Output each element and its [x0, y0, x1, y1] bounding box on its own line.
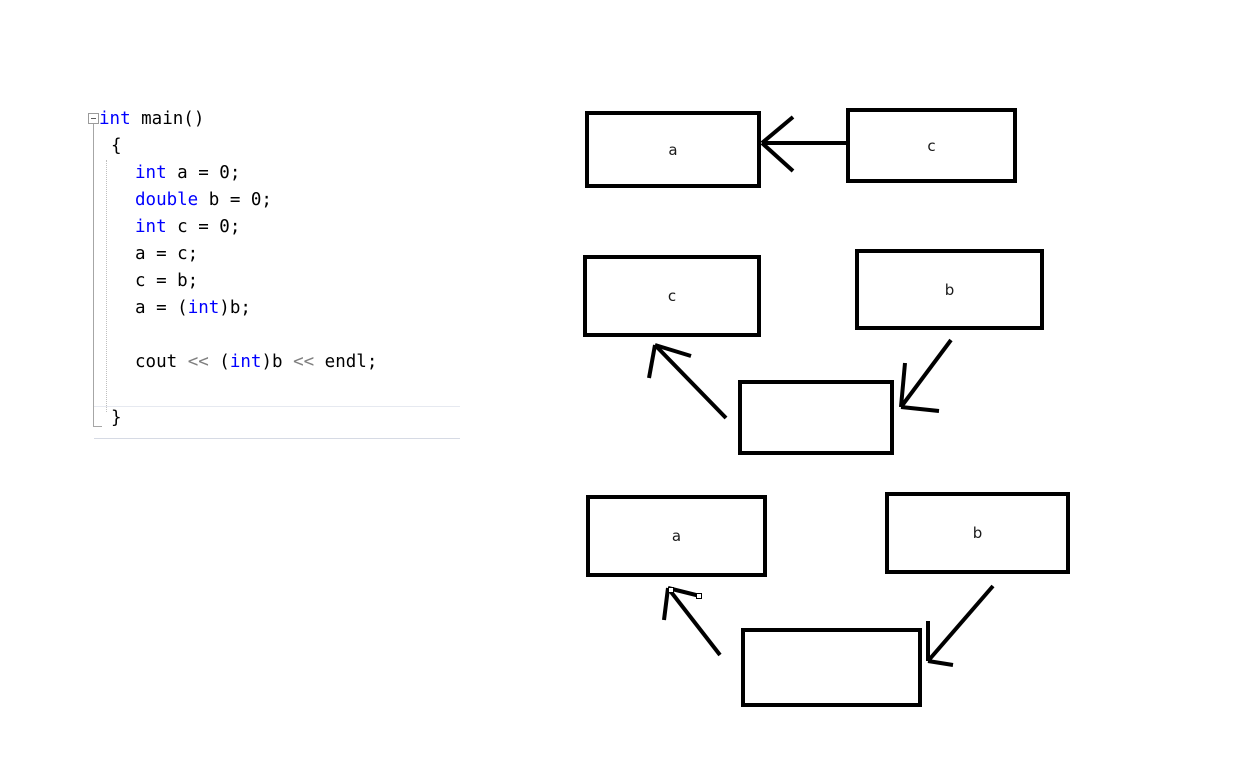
arrow-head-barb-2 — [927, 659, 954, 667]
arrow-shaft — [666, 586, 722, 657]
box-label: b — [944, 280, 955, 299]
box-a-row1[interactable]: a — [585, 111, 761, 188]
box-label: a — [671, 527, 682, 545]
box-label: b — [972, 524, 983, 542]
box-a-row3[interactable]: a — [586, 495, 767, 577]
box-label: a — [668, 140, 678, 159]
arrow-head-barb-1 — [899, 362, 907, 408]
arrow-b-to-box-row2[interactable] — [899, 338, 953, 413]
arrow-head-barb-2 — [760, 141, 795, 173]
selection-handle-arrow-start[interactable] — [668, 587, 674, 593]
arrow-shaft — [653, 343, 728, 420]
arrow-c-to-a-row1[interactable] — [760, 115, 846, 173]
arrow-shaft — [899, 338, 953, 409]
box-label: c — [667, 287, 677, 305]
arrow-head-barb-2 — [900, 405, 940, 413]
arrow-b-to-box-row3[interactable] — [926, 584, 995, 667]
box-label: c — [927, 136, 936, 155]
selection-handle-arrow-barb[interactable] — [696, 593, 702, 599]
box-b-row2[interactable]: b — [855, 249, 1044, 330]
arrow-up-to-c-row2[interactable] — [647, 343, 728, 420]
hand-drawn-diagram[interactable]: a c c b a b — [0, 0, 1235, 784]
arrow-shaft — [926, 584, 995, 663]
arrow-head-barb-1 — [760, 115, 795, 145]
box-empty-row3[interactable] — [741, 628, 922, 707]
box-c-row2[interactable]: c — [583, 255, 761, 337]
arrow-head-barb-2 — [647, 344, 657, 379]
box-empty-row2[interactable] — [738, 380, 894, 455]
box-b-row3[interactable]: b — [885, 492, 1070, 574]
arrow-up-to-a-row3[interactable] — [662, 586, 722, 657]
arrow-head-barb-1 — [654, 343, 692, 358]
box-c-row1[interactable]: c — [846, 108, 1017, 183]
